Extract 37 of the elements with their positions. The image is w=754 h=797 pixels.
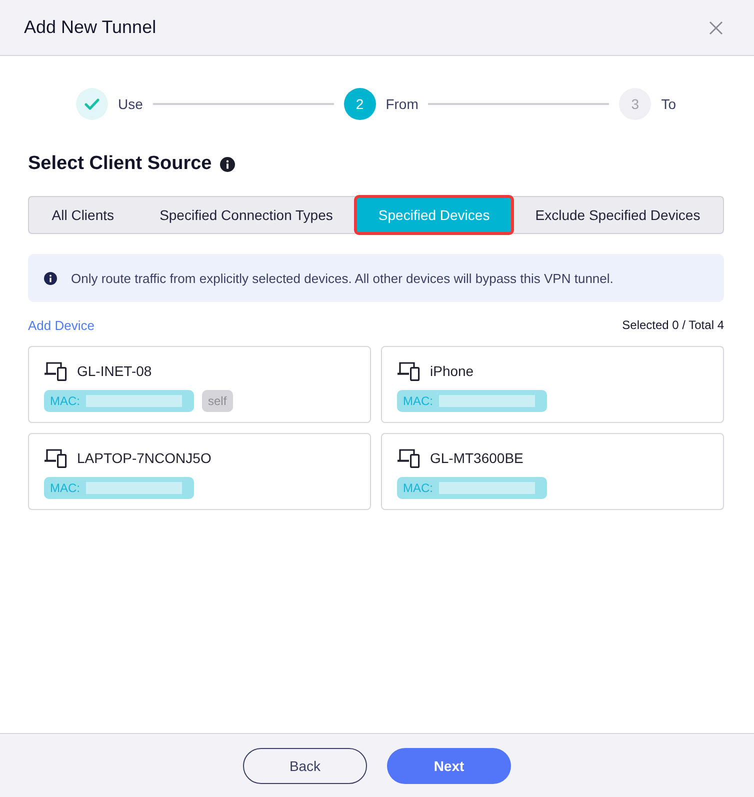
device-name: GL-INET-08 <box>77 363 152 379</box>
step-label: From <box>386 96 418 112</box>
tab[interactable]: All Clients <box>29 197 137 233</box>
device-card[interactable]: iPhone MAC: <box>381 346 724 423</box>
mac-label: MAC: <box>50 481 80 495</box>
step-label: To <box>661 96 676 112</box>
next-button[interactable]: Next <box>387 748 511 784</box>
step-number: 2 <box>344 88 376 120</box>
tab[interactable]: Exclude Specified Devices <box>512 197 724 233</box>
completed-step-icon <box>76 88 108 120</box>
device-name: GL-MT3600BE <box>430 450 524 466</box>
device-name: iPhone <box>430 363 474 379</box>
step-number: 3 <box>619 88 652 120</box>
selection-count: Selected 0 / Total 4 <box>622 318 724 332</box>
info-text: Only route traffic from explicitly selected devices. All other devices will bypass this VPN tunnel. <box>71 270 614 286</box>
laptop-phone-icon <box>44 448 68 468</box>
dialog-title: Add New Tunnel <box>24 17 156 38</box>
mac-label: MAC: <box>403 394 433 408</box>
device-card[interactable]: GL-MT3600BE MAC: <box>381 433 724 510</box>
mac-label: MAC: <box>50 394 80 408</box>
back-button[interactable]: Back <box>243 748 367 784</box>
laptop-phone-icon <box>397 361 421 381</box>
info-icon <box>44 272 57 284</box>
step-label: Use <box>118 96 143 112</box>
device-card[interactable]: GL-INET-08 MAC: self <box>28 346 371 423</box>
mac-label: MAC: <box>403 481 433 495</box>
device-card[interactable]: LAPTOP-7NCONJ5O MAC: <box>28 433 371 510</box>
info-icon[interactable] <box>220 156 235 172</box>
close-icon <box>709 20 723 34</box>
device-name: LAPTOP-7NCONJ5O <box>77 450 212 466</box>
add-device-link[interactable]: Add Device <box>28 318 94 332</box>
laptop-phone-icon <box>397 448 421 468</box>
tab[interactable]: Specified Connection Types <box>136 197 356 233</box>
self-tag: self <box>202 390 233 412</box>
section-heading: Select Client Source <box>28 153 212 175</box>
laptop-phone-icon <box>44 361 68 381</box>
close-button[interactable] <box>708 20 724 36</box>
